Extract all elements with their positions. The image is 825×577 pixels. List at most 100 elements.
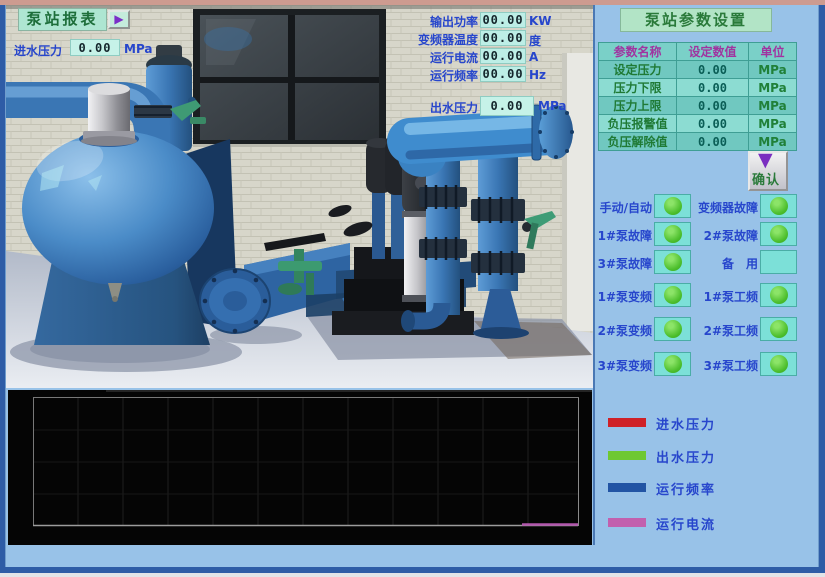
indicator-lamp-pump1-fault xyxy=(654,222,691,246)
legend-label: 运行电流 xyxy=(656,514,716,533)
indicator-label: 3#泵故障 xyxy=(594,255,652,272)
param-unit: MPa xyxy=(749,97,797,115)
indicator-lamp-pump2-vfd xyxy=(654,317,691,341)
led xyxy=(664,197,682,215)
legend-label: 出水压力 xyxy=(656,447,716,466)
param-unit: MPa xyxy=(749,133,797,151)
output-power-value: 00.00 xyxy=(480,12,526,28)
indicator-lamp-spare xyxy=(760,250,797,274)
indicator-label: 变频器故障 xyxy=(692,199,758,216)
table-row: 负压报警值 0.00 MPa xyxy=(599,115,797,133)
inlet-pressure-label: 进水压力 xyxy=(14,42,62,59)
param-value[interactable]: 0.00 xyxy=(677,97,749,115)
indicator-row: 3#泵故障 备 用 xyxy=(594,250,818,274)
param-name: 负压报警值 xyxy=(599,115,677,133)
run-frequency-unit: Hz xyxy=(529,68,546,82)
led xyxy=(664,286,682,304)
hmi-screen: 泵站报表 ▶ 进水压力 0.00 MPa 输出功率 00.00 KW 变频器温度… xyxy=(0,0,825,577)
indicator-lamp-pump2-fault xyxy=(760,222,797,246)
settings-table: 参数名称 设定数值 单位 设定压力 0.00 MPa 压力下限 0.00 MPa… xyxy=(598,42,797,151)
param-name: 压力上限 xyxy=(599,97,677,115)
run-current-label: 运行电流 xyxy=(402,49,478,66)
legend-swatch-current xyxy=(608,518,646,527)
tank-air-valve xyxy=(81,83,137,146)
led xyxy=(770,253,788,271)
table-row: 负压解除值 0.00 MPa xyxy=(599,133,797,151)
top-border xyxy=(0,0,825,5)
param-value[interactable]: 0.00 xyxy=(677,61,749,79)
settings-panel: 泵站参数设置 参数名称 设定数值 单位 设定压力 0.00 MPa 压力下限 0… xyxy=(594,5,818,567)
table-row: 压力上限 0.00 MPa xyxy=(599,97,797,115)
window xyxy=(193,9,386,147)
led xyxy=(664,225,682,243)
indicator-label: 3#泵变频 xyxy=(594,357,652,374)
panel-divider xyxy=(593,5,595,545)
param-value[interactable]: 0.00 xyxy=(677,79,749,97)
indicator-label: 1#泵工频 xyxy=(692,288,758,305)
outlet-pressure-value: 0.00 xyxy=(480,96,534,116)
bottom-border-light xyxy=(0,573,825,577)
inverter-temp-unit: 度 xyxy=(529,32,541,49)
confirm-button[interactable]: ▼ 确认 xyxy=(748,151,788,191)
led xyxy=(664,320,682,338)
legend-item: 出水压力 xyxy=(594,447,818,467)
param-name: 设定压力 xyxy=(599,61,677,79)
indicator-row: 1#泵故障 2#泵故障 xyxy=(594,222,818,246)
param-name: 压力下限 xyxy=(599,79,677,97)
indicator-label: 1#泵变频 xyxy=(594,288,652,305)
indicator-lamp-pump2-mains xyxy=(760,317,797,341)
col-set-value: 设定数值 xyxy=(677,43,749,61)
param-unit: MPa xyxy=(749,115,797,133)
report-play-button[interactable]: ▶ xyxy=(108,10,130,29)
param-value[interactable]: 0.00 xyxy=(677,115,749,133)
indicator-row: 2#泵变频 2#泵工频 xyxy=(594,317,818,341)
indicator-row: 3#泵变频 3#泵工频 xyxy=(594,352,818,376)
pump-station-scene: 泵站报表 ▶ 进水压力 0.00 MPa 输出功率 00.00 KW 变频器温度… xyxy=(6,5,593,388)
indicator-label: 1#泵故障 xyxy=(594,227,652,244)
table-row: 压力下限 0.00 MPa xyxy=(599,79,797,97)
led xyxy=(770,197,788,215)
indicator-lamp-manual-auto xyxy=(654,194,691,218)
outlet-pressure-unit: MPa xyxy=(538,99,567,113)
col-unit: 单位 xyxy=(749,43,797,61)
trend-chart xyxy=(8,390,592,545)
settings-title: 泵站参数设置 xyxy=(620,8,772,32)
led xyxy=(664,355,682,373)
param-name: 负压解除值 xyxy=(599,133,677,151)
outlet-pressure-label: 出水压力 xyxy=(410,99,478,116)
confirm-label: 确认 xyxy=(752,169,780,188)
legend-item: 运行频率 xyxy=(594,479,818,499)
output-power-label: 输出功率 xyxy=(402,13,478,30)
inlet-pressure-unit: MPa xyxy=(124,42,153,56)
led xyxy=(770,286,788,304)
indicator-row: 1#泵变频 1#泵工频 xyxy=(594,283,818,307)
run-frequency-label: 运行频率 xyxy=(402,67,478,84)
led xyxy=(770,225,788,243)
inverter-temp-label: 变频器温度 xyxy=(402,31,478,48)
param-value[interactable]: 0.00 xyxy=(677,133,749,151)
indicator-label: 3#泵工频 xyxy=(692,357,758,374)
led xyxy=(664,253,682,271)
inlet-pressure-value: 0.00 xyxy=(70,39,120,56)
run-current-unit: A xyxy=(529,50,538,64)
trend-chart-plot xyxy=(8,390,592,545)
legend-swatch-outlet xyxy=(608,451,646,460)
wall-pillar xyxy=(562,53,593,331)
param-unit: MPa xyxy=(749,61,797,79)
led xyxy=(770,355,788,373)
indicator-label: 2#泵变频 xyxy=(594,322,652,339)
run-frequency-value: 00.00 xyxy=(480,66,526,82)
inverter-temp-value: 00.00 xyxy=(480,30,526,46)
report-button[interactable]: 泵站报表 xyxy=(18,8,107,31)
indicator-lamp-pump3-mains xyxy=(760,352,797,376)
indicator-row: 手动/自动 变频器故障 xyxy=(594,194,818,218)
indicator-lamp-pump1-mains xyxy=(760,283,797,307)
led xyxy=(770,320,788,338)
settings-header-row: 参数名称 设定数值 单位 xyxy=(599,43,797,61)
legend-swatch-inlet xyxy=(608,418,646,427)
legend-item: 进水压力 xyxy=(594,414,818,434)
pressure-tank xyxy=(22,131,214,345)
indicator-lamp-pump3-fault xyxy=(654,250,691,274)
legend-label: 运行频率 xyxy=(656,479,716,498)
table-row: 设定压力 0.00 MPa xyxy=(599,61,797,79)
